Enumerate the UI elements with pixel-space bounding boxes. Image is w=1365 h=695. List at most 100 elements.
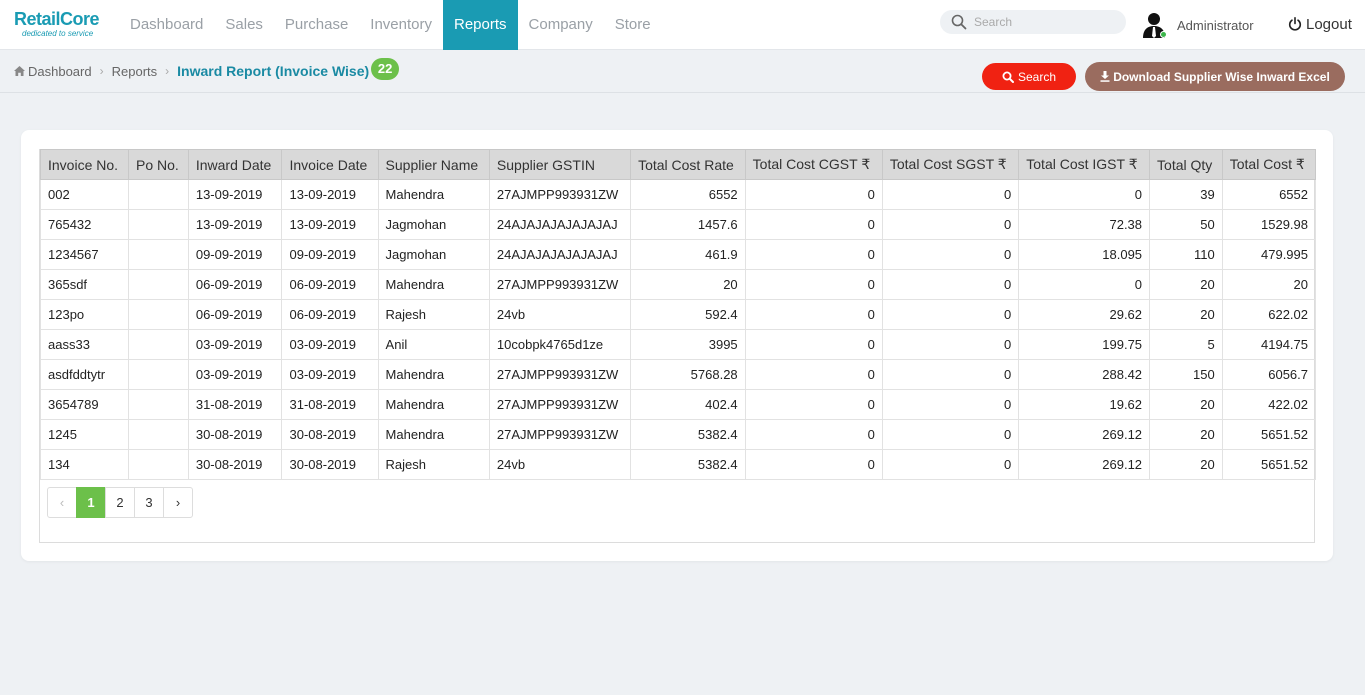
table-cell [128, 209, 189, 240]
table-cell: 592.4 [630, 299, 746, 330]
table-cell: 0 [881, 359, 1020, 390]
table-cell: 0 [744, 389, 883, 420]
table-cell: 13-09-2019 [187, 179, 283, 210]
table-cell [128, 269, 189, 300]
nav-item-purchase[interactable]: Purchase [274, 0, 359, 50]
table-row: 002 13-09-2019 13-09-2019 Mahendra 27AJMPP99… [39, 179, 1317, 210]
online-status-dot [1160, 31, 1167, 38]
breadcrumb: Dashboard › Reports › Inward Report (Inv… [14, 58, 400, 80]
table-cell: Mahendra [377, 389, 490, 420]
table-cell: 0 [744, 179, 883, 210]
search-icon [1002, 71, 1014, 83]
table-cell: 5651.52 [1221, 449, 1317, 480]
download-excel-button[interactable]: Download Supplier Wise Inward Excel [1085, 62, 1345, 91]
nav-item-reports[interactable]: Reports [443, 0, 518, 50]
table-cell: 0 [881, 209, 1020, 240]
table-cell: 29.62 [1018, 299, 1151, 330]
report-card: Invoice No. Po No. Inward Date Invoice Date… [21, 130, 1333, 561]
table-cell: 288.42 [1018, 359, 1151, 390]
table-cell: 27AJMPP993931ZW [488, 269, 632, 300]
nav-item-sales[interactable]: Sales [214, 0, 274, 50]
column-header[interactable]: Total Cost CGST ₹ [744, 149, 883, 180]
table-cell: 20 [1149, 389, 1223, 420]
column-header[interactable]: Inward Date [187, 149, 283, 180]
nav-item-dashboard[interactable]: Dashboard [119, 0, 214, 50]
breadcrumb-reports[interactable]: Reports [112, 64, 158, 79]
table-row: 1234567 09-09-2019 09-09-2019 Jagmohan 24AJA… [39, 239, 1317, 270]
search-box [940, 10, 1126, 34]
user-menu[interactable]: Administrator [1142, 12, 1254, 38]
table-row: asdfddtytr 03-09-2019 03-09-2019 Mahendra 27… [39, 359, 1317, 390]
table-cell [128, 359, 189, 390]
pagination-page-2[interactable]: 2 [105, 487, 135, 518]
table-cell [128, 239, 189, 270]
main-nav: Dashboard Sales Purchase Inventory Reports Co… [119, 0, 662, 50]
table-cell: 269.12 [1018, 419, 1151, 450]
pagination-prev[interactable]: ‹ [47, 487, 77, 518]
table-row: aass33 03-09-2019 03-09-2019 Anil 10cobpk476… [39, 329, 1317, 360]
table-cell: 1457.6 [630, 209, 746, 240]
table-cell: 0 [881, 269, 1020, 300]
table-cell: 0 [744, 419, 883, 450]
table-cell: 1529.98 [1221, 209, 1317, 240]
table-cell [128, 449, 189, 480]
table-cell: 123po [39, 299, 130, 330]
table-cell [128, 419, 189, 450]
table-cell: 3995 [630, 329, 746, 360]
column-header[interactable]: Total Qty [1149, 149, 1223, 180]
table-cell: 6056.7 [1221, 359, 1317, 390]
table-cell: 03-09-2019 [187, 329, 283, 360]
column-header[interactable]: Supplier GSTIN [488, 149, 632, 180]
column-header[interactable]: Total Cost ₹ [1221, 149, 1317, 180]
table-cell: 269.12 [1018, 449, 1151, 480]
column-header[interactable]: Total Cost SGST ₹ [881, 149, 1020, 180]
table-cell: aass33 [39, 329, 130, 360]
table-cell: 0 [881, 299, 1020, 330]
table-header-row: Invoice No. Po No. Inward Date Invoice Date… [39, 149, 1317, 180]
table-row: 134 30-08-2019 30-08-2019 Rajesh 24vb 5382.4 0… [39, 449, 1317, 480]
column-header[interactable]: Supplier Name [377, 149, 490, 180]
nav-item-company[interactable]: Company [518, 0, 604, 50]
column-header[interactable]: Invoice No. [39, 149, 130, 180]
logout-button[interactable]: Logout [1288, 14, 1352, 34]
column-header[interactable]: Total Cost Rate [630, 149, 746, 180]
table-cell: 1234567 [39, 239, 130, 270]
pagination-page-1[interactable]: 1 [76, 487, 106, 518]
table-cell: 27AJMPP993931ZW [488, 419, 632, 450]
pagination-next[interactable]: › [163, 487, 193, 518]
table-cell: 24vb [488, 299, 632, 330]
breadcrumb-dashboard[interactable]: Dashboard [28, 64, 92, 79]
table-cell: 20 [1221, 269, 1317, 300]
search-input[interactable] [974, 13, 1114, 31]
column-header[interactable]: Total Cost IGST ₹ [1018, 149, 1151, 180]
column-header[interactable]: Po No. [128, 149, 189, 180]
search-button-label: Search [1017, 69, 1057, 84]
nav-item-store[interactable]: Store [604, 0, 662, 50]
table-cell: 09-09-2019 [281, 239, 379, 270]
table-row: 1245 30-08-2019 30-08-2019 Mahendra 27AJMPP9… [39, 419, 1317, 450]
table-cell: 20 [1149, 269, 1223, 300]
table-cell: 5 [1149, 329, 1223, 360]
table-cell: 10cobpk4765d1ze [488, 329, 632, 360]
avatar [1142, 12, 1167, 38]
download-icon [1100, 71, 1110, 82]
table-row: 123po 06-09-2019 06-09-2019 Rajesh 24vb 592.4… [39, 299, 1317, 330]
table-cell: 27AJMPP993931ZW [488, 389, 632, 420]
table-cell: 6552 [1221, 179, 1317, 210]
record-count-badge: 22 [371, 58, 400, 80]
inward-report-table: Invoice No. Po No. Inward Date Invoice Date… [39, 149, 1317, 480]
pagination-page-3[interactable]: 3 [134, 487, 164, 518]
nav-item-inventory[interactable]: Inventory [359, 0, 443, 50]
table-cell: 72.38 [1018, 209, 1151, 240]
brand-logo[interactable]: RetailCore dedicated to service [14, 9, 114, 41]
power-icon [1288, 17, 1302, 31]
table-cell: 422.02 [1221, 389, 1317, 420]
table-cell: 13-09-2019 [187, 209, 283, 240]
table-cell: 24vb [488, 449, 632, 480]
table-cell: 5768.28 [630, 359, 746, 390]
search-button[interactable]: Search [982, 63, 1076, 90]
top-navbar: RetailCore dedicated to service Dashboar… [0, 0, 1365, 50]
download-button-label: Download Supplier Wise Inward Excel [1113, 69, 1330, 84]
column-header[interactable]: Invoice Date [281, 149, 379, 180]
table-cell: 09-09-2019 [187, 239, 283, 270]
